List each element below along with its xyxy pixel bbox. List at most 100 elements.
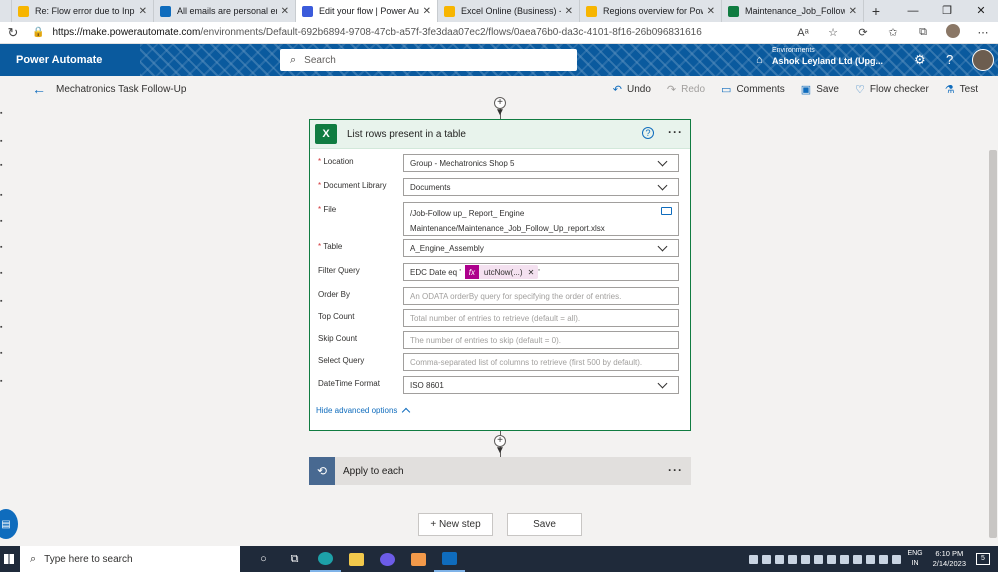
nav-icon[interactable]: ▪ xyxy=(0,218,2,225)
close-icon[interactable]: ✕ xyxy=(565,6,573,17)
close-icon[interactable]: ✕ xyxy=(849,6,857,17)
browser-tab-2[interactable]: All emails are personal emails ✕ xyxy=(154,0,296,22)
save-button[interactable]: ▣ Save xyxy=(801,83,839,96)
undo-button[interactable]: ↶ Undo xyxy=(613,83,651,96)
minimize-icon[interactable]: — xyxy=(896,0,930,22)
nav-icon[interactable]: ▪ xyxy=(0,138,2,145)
refresh-icon[interactable]: ↻ xyxy=(0,25,26,41)
tray-app-icon[interactable] xyxy=(827,554,837,564)
scrollbar-thumb[interactable] xyxy=(989,150,997,538)
expression-token[interactable]: fx utcNow(...) ✕ xyxy=(464,265,539,279)
redo-button[interactable]: ↷ Redo xyxy=(667,83,705,96)
close-icon[interactable]: ✕ xyxy=(281,6,289,17)
nav-icon[interactable]: ▪ xyxy=(0,270,2,277)
save-flow-button[interactable]: Save xyxy=(507,513,582,536)
close-icon[interactable]: ✕ xyxy=(707,6,715,17)
more-icon[interactable]: ⋯ xyxy=(968,26,998,39)
help-circle-icon[interactable]: ? xyxy=(642,127,654,139)
close-window-icon[interactable]: ✕ xyxy=(964,0,998,22)
notes-icon[interactable] xyxy=(403,546,434,572)
tray-app-icon[interactable] xyxy=(801,554,811,564)
taskbar-clock[interactable]: 6:10 PM 2/14/2023 xyxy=(933,549,966,569)
nav-icon[interactable]: ▪ xyxy=(0,244,2,251)
tray-app-icon[interactable] xyxy=(814,554,824,564)
language-indicator[interactable]: ENG IN xyxy=(907,549,922,569)
document-library-dropdown[interactable]: Documents xyxy=(403,178,679,196)
close-icon[interactable]: ✕ xyxy=(423,6,431,17)
extensions-icon[interactable]: ⟳ xyxy=(848,26,878,39)
action-title[interactable]: List rows present in a table xyxy=(347,129,466,140)
comments-button[interactable]: ▭ Comments xyxy=(721,83,785,96)
datetime-format-dropdown[interactable]: ISO 8601 xyxy=(403,376,679,394)
environment-icon[interactable]: ⌂ xyxy=(756,54,763,66)
table-dropdown[interactable]: A_Engine_Assembly xyxy=(403,239,679,257)
nav-icon[interactable]: ▪ xyxy=(0,350,2,357)
browser-tab-3[interactable]: Edit your flow | Power Automate ✕ xyxy=(296,0,438,22)
test-button[interactable]: ⚗ Test xyxy=(945,83,978,96)
back-arrow-icon[interactable]: ← xyxy=(32,81,46,97)
tray-app-icon[interactable] xyxy=(749,554,759,564)
top-count-input[interactable]: Total number of entries to retrieve (def… xyxy=(403,309,679,327)
more-options-icon[interactable]: ··· xyxy=(668,463,683,477)
tray-icons[interactable] xyxy=(749,554,902,564)
favorite-icon[interactable]: ☆ xyxy=(818,26,848,39)
order-by-input[interactable]: An ODATA orderBy query for specifying th… xyxy=(403,287,679,305)
url-field[interactable]: 🔒 https://make.powerautomate.com/environ… xyxy=(32,27,702,38)
gear-icon[interactable]: ⚙ xyxy=(914,52,926,68)
lock-icon[interactable]: 🔒 xyxy=(32,27,44,38)
outlook-icon[interactable] xyxy=(434,546,465,572)
skip-count-input[interactable]: The number of entries to skip (default =… xyxy=(403,331,679,349)
new-tab-button[interactable]: + xyxy=(864,0,888,22)
nav-icon[interactable]: ▪ xyxy=(0,110,2,117)
notification-center-icon[interactable]: 5 xyxy=(976,553,990,565)
cortana-icon[interactable]: ○ xyxy=(248,546,279,572)
tray-app-icon[interactable] xyxy=(775,554,785,564)
action-card-header[interactable]: X List rows present in a table xyxy=(310,120,690,149)
tab-partial[interactable] xyxy=(0,0,12,22)
network-icon[interactable] xyxy=(879,554,889,564)
windows-start-icon[interactable] xyxy=(4,554,14,564)
file-field[interactable]: /Job-Follow up_ Report_ Engine Maintenan… xyxy=(403,202,679,236)
tray-app-icon[interactable] xyxy=(762,554,772,564)
environment-picker[interactable]: Environments Ashok Leyland Ltd (Upg... xyxy=(772,47,883,67)
browser-tab-5[interactable]: Regions overview for Power Au ✕ xyxy=(580,0,722,22)
favorites-bar-icon[interactable]: ✩ xyxy=(878,26,908,39)
task-view-icon[interactable]: ⧉ xyxy=(279,546,310,572)
file-explorer-icon[interactable] xyxy=(341,546,372,572)
tray-app-icon[interactable] xyxy=(866,554,876,564)
folder-icon[interactable] xyxy=(661,207,672,215)
flow-checker-button[interactable]: ♡ Flow checker xyxy=(855,83,929,96)
location-dropdown[interactable]: Group - Mechatronics Shop 5 xyxy=(403,154,679,172)
more-options-icon[interactable]: ··· xyxy=(668,125,683,139)
volume-icon[interactable] xyxy=(892,554,902,564)
tray-app-icon[interactable] xyxy=(853,554,863,564)
browser-tab-4[interactable]: Excel Online (Business) - Conn ✕ xyxy=(438,0,580,22)
help-icon[interactable]: ? xyxy=(946,52,953,67)
filter-query-input[interactable]: EDC Date eq ' fx utcNow(...) ✕ ' xyxy=(403,263,679,281)
new-step-button[interactable]: + New step xyxy=(418,513,493,536)
nav-icon[interactable]: ▪ xyxy=(0,162,2,169)
nav-icon[interactable]: ▪ xyxy=(0,298,2,305)
search-box[interactable]: ⌕ Search xyxy=(280,49,577,71)
nav-icon[interactable]: ▪ xyxy=(0,192,2,199)
app-name[interactable]: Power Automate xyxy=(16,54,102,66)
edge-icon[interactable] xyxy=(310,546,341,572)
restore-icon[interactable]: ❐ xyxy=(930,0,964,22)
tray-app-icon[interactable] xyxy=(840,554,850,564)
collections-icon[interactable]: ⧉ xyxy=(908,26,938,39)
close-icon[interactable]: ✕ xyxy=(139,6,147,17)
read-aloud-icon[interactable]: Aᵃ xyxy=(788,27,818,39)
browser-tab-1[interactable]: Re: Flow error due to Input file ✕ xyxy=(12,0,154,22)
tray-app-icon[interactable] xyxy=(788,554,798,564)
select-query-input[interactable]: Comma-separated list of columns to retri… xyxy=(403,353,679,371)
apply-to-each-card[interactable]: ⟲ Apply to each ··· xyxy=(309,457,691,485)
user-avatar[interactable] xyxy=(972,49,994,71)
nav-icon[interactable]: ▪ xyxy=(0,378,2,385)
hide-advanced-options-link[interactable]: Hide advanced options xyxy=(316,406,411,417)
nav-icon[interactable]: ▪ xyxy=(0,324,2,331)
media-player-icon[interactable] xyxy=(372,546,403,572)
taskbar-search[interactable]: ⌕ Type here to search xyxy=(20,546,240,572)
browser-tab-6[interactable]: Maintenance_Job_Follow_Up ✕ xyxy=(722,0,864,22)
remove-token-icon[interactable]: ✕ xyxy=(528,268,535,277)
profile-avatar[interactable] xyxy=(938,24,968,41)
